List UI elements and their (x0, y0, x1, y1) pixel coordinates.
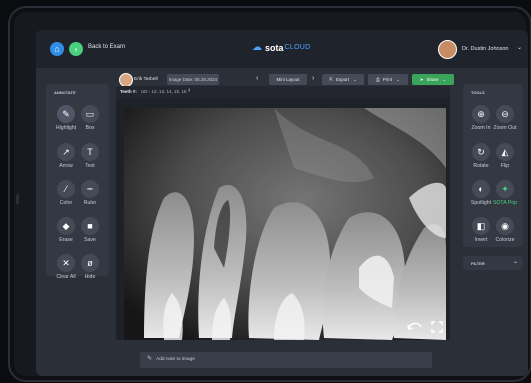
tool-label: Ruler (83, 200, 97, 206)
user-menu-chevron-icon[interactable]: ⌄ (517, 44, 522, 51)
tool-label: Invert (474, 237, 488, 243)
image-date-badge: Image Date: 05.28.2024 (167, 74, 219, 85)
back-button[interactable]: ‹ (69, 42, 83, 56)
layout-label: Mini Layout (276, 77, 300, 82)
ruler-icon: ┉ (81, 180, 99, 198)
filter-dropdown[interactable]: FILTER ⌄ (463, 256, 523, 270)
collapse-chevron-icon[interactable]: ‹ (188, 87, 190, 94)
image-viewer: Teeth #: UD - 12, 13, 14, 15, 16 ‹ (116, 86, 450, 340)
print-chevron-icon: ⌄ (396, 76, 400, 82)
tool-label: Erase (59, 237, 73, 243)
top-bar: ⌂ ‹ Back to Exam ☁ sota CLOUD Dr. Dustin… (36, 30, 528, 68)
text-icon: T (81, 143, 99, 161)
image-date-text: Image Date: 05.28.2024 (168, 77, 218, 82)
tool-label: Colorize (495, 237, 515, 243)
share-button[interactable]: ➤ Share ⌄ (412, 74, 454, 85)
tool-zoom-out[interactable]: ⊖ Zoom Out (487, 105, 523, 131)
patient-avatar (119, 73, 133, 87)
print-button[interactable]: ⎙ Print ⌄ (368, 74, 408, 85)
export-label: Export (335, 77, 349, 82)
tool-save[interactable]: ■ Save (72, 217, 108, 243)
tool-label: Save (84, 237, 96, 243)
tool-hide[interactable]: ø Hide (72, 254, 108, 280)
brand-suffix: CLOUD (284, 44, 311, 51)
tool-label: Hide (84, 274, 96, 280)
tool-label: Arrow (59, 163, 73, 169)
share-label: Share (426, 77, 439, 82)
tool-label: Zoom Out (493, 125, 517, 131)
tool-label: SOTA Pop (492, 200, 518, 206)
dental-xray-image[interactable] (124, 108, 446, 340)
annotate-title: ANNOTATE (54, 90, 76, 95)
teeth-label: Teeth #: (120, 89, 137, 94)
layout-selector[interactable]: Mini Layout (269, 74, 307, 85)
teeth-bar: Teeth #: UD - 12, 13, 14, 15, 16 ‹ (116, 86, 450, 98)
tools-title: TOOLS (471, 90, 485, 95)
user-name[interactable]: Dr. Dustin Johnson (462, 46, 508, 52)
home-button[interactable]: ⌂ (50, 42, 64, 56)
teeth-value: UD - 12, 13, 14, 15, 16 (141, 89, 187, 94)
device-side-button (16, 194, 19, 204)
tool-sota-pop[interactable]: ✦ SOTA Pop (487, 180, 523, 206)
export-button[interactable]: ⇱ Export ⌄ (322, 74, 364, 85)
tools-panel: TOOLS ⊕ Zoom In ⊖ Zoom Out ↻ Rotate ◭ Fl… (463, 84, 523, 247)
save-icon: ■ (81, 217, 99, 235)
zoom-out-icon: ⊖ (496, 105, 514, 123)
note-placeholder: Add note to image (156, 357, 195, 362)
patient-name: Erik Tarbell (134, 77, 158, 82)
sota-pop-icon: ✦ (496, 180, 514, 198)
user-avatar[interactable] (438, 40, 457, 59)
flip-icon: ◭ (496, 143, 514, 161)
tool-colorize[interactable]: ◉ Colorize (487, 217, 523, 243)
tool-label: Flip (500, 163, 510, 169)
tool-text[interactable]: T Text (72, 143, 108, 169)
colorize-icon: ◉ (496, 217, 514, 235)
brand-text: sota (265, 42, 284, 53)
next-layout-arrow-icon[interactable]: › (312, 75, 314, 82)
home-icon: ⌂ (54, 44, 60, 54)
export-icon: ⇱ (329, 76, 333, 82)
app-screen: ⌂ ‹ Back to Exam ☁ sota CLOUD Dr. Dustin… (36, 30, 528, 376)
export-chevron-icon: ⌄ (353, 76, 357, 82)
print-icon: ⎙ (376, 77, 380, 82)
cloud-icon: ☁ (252, 42, 262, 53)
hide-icon: ø (81, 254, 99, 272)
annotate-panel: ANNOTATE ✎ Highlight ▭ Box ↗ Arrow T Tex… (46, 84, 109, 280)
share-chevron-icon: ⌄ (442, 76, 447, 82)
print-label: Print (382, 77, 393, 82)
filter-chevron-icon: ⌄ (513, 259, 519, 265)
tablet-frame: ⌂ ‹ Back to Exam ☁ sota CLOUD Dr. Dustin… (8, 6, 531, 382)
tool-label: Color (59, 200, 73, 206)
tool-ruler[interactable]: ┉ Ruler (72, 180, 108, 206)
tool-label: Box (85, 125, 95, 131)
filter-label: FILTER (471, 261, 485, 266)
box-icon: ▭ (81, 105, 99, 123)
brand-logo: ☁ sota CLOUD (252, 42, 311, 53)
tool-box[interactable]: ▭ Box (72, 105, 108, 131)
back-to-exam-label[interactable]: Back to Exam (88, 44, 125, 50)
share-icon: ➤ (419, 76, 424, 82)
note-input[interactable]: ✎ Add note to image (140, 352, 432, 368)
tool-label: Text (85, 163, 95, 169)
pencil-icon: ✎ (147, 356, 153, 362)
back-arrow-icon: ‹ (74, 44, 78, 54)
prev-layout-arrow-icon[interactable]: ‹ (256, 75, 258, 82)
tool-flip[interactable]: ◭ Flip (487, 143, 523, 169)
